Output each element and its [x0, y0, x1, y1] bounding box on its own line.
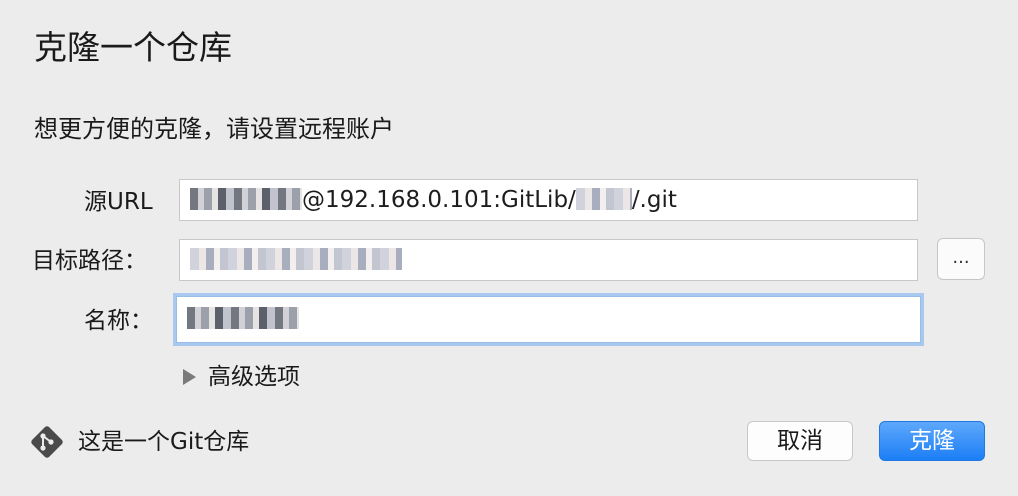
git-logo-icon	[31, 426, 63, 458]
redacted-text	[187, 307, 299, 329]
source-url-visible-text: @192.168.0.101:GitLib/	[302, 187, 576, 213]
dialog-subtitle: 想更方便的克隆，请设置远程账户	[34, 115, 394, 143]
source-url-suffix: /.git	[631, 187, 677, 213]
dialog-title: 克隆一个仓库	[34, 28, 232, 67]
target-path-label: 目标路径：	[32, 248, 147, 274]
triangle-right-icon[interactable]	[183, 369, 196, 385]
advanced-options-label[interactable]: 高级选项	[208, 360, 300, 394]
advanced-options-disclosure[interactable]: 高级选项	[183, 360, 300, 394]
name-input[interactable]	[176, 296, 921, 343]
redacted-text	[575, 188, 632, 210]
redacted-text	[190, 188, 302, 210]
redacted-text	[190, 248, 402, 270]
source-url-input[interactable]: @192.168.0.101:GitLib/ /.git	[179, 179, 918, 221]
browse-button[interactable]: ...	[937, 238, 985, 280]
repo-status: 这是一个Git仓库	[30, 423, 249, 461]
name-label: 名称：	[84, 308, 153, 334]
source-url-label: 源URL	[84, 189, 153, 215]
cancel-button[interactable]: 取消	[747, 421, 853, 461]
clone-repository-dialog: 克隆一个仓库 想更方便的克隆，请设置远程账户 源URL @192.168.0.1…	[0, 0, 1018, 496]
clone-button[interactable]: 克隆	[879, 421, 985, 461]
target-path-input[interactable]	[179, 239, 918, 281]
repo-status-label: 这是一个Git仓库	[78, 429, 250, 455]
